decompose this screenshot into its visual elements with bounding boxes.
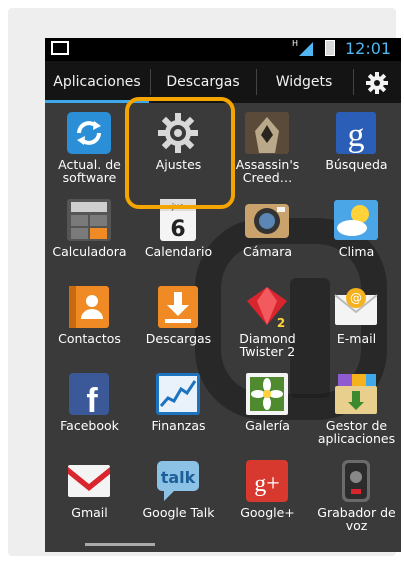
- signal-icon: [299, 42, 313, 56]
- app-galeria[interactable]: Galería: [223, 364, 312, 451]
- app-gmail[interactable]: Gmail: [45, 451, 134, 538]
- app-descargas[interactable]: Descargas: [134, 277, 223, 364]
- voice-recorder-icon: [342, 460, 370, 502]
- app-label: Grabador de voz: [317, 505, 396, 533]
- app-label: Gestor de aplicaciones: [317, 418, 396, 446]
- app-label: Assassin's Creed…: [235, 157, 300, 185]
- app-label: Cámara: [242, 244, 293, 259]
- settings-gear-icon[interactable]: [365, 71, 389, 95]
- status-bar: H 12:01: [45, 38, 401, 61]
- app-label: Actual. de software: [58, 157, 121, 185]
- app-actual-de-software[interactable]: Actual. de software: [45, 103, 134, 190]
- app-google-plus[interactable]: g+ Google+: [223, 451, 312, 538]
- gplus-badge: g+: [254, 471, 280, 497]
- software-update-icon: [67, 112, 111, 154]
- email-icon: @: [334, 288, 378, 325]
- app-label: E-mail: [336, 331, 377, 346]
- app-label: Galería: [245, 418, 290, 433]
- app-facebook[interactable]: f Facebook: [45, 364, 134, 451]
- app-label: Facebook: [60, 418, 119, 433]
- svg-text:g: g: [348, 117, 365, 154]
- facebook-icon: f: [69, 373, 109, 416]
- svg-text:f: f: [86, 382, 98, 416]
- app-finanzas[interactable]: Finanzas: [134, 364, 223, 451]
- page-indicator: [85, 543, 155, 546]
- battery-icon: [325, 40, 335, 56]
- app-label: Google+: [240, 505, 295, 520]
- calculator-icon: [67, 199, 111, 241]
- app-google-talk[interactable]: talk Google Talk: [134, 451, 223, 538]
- google-plus-icon: g+: [246, 460, 288, 502]
- app-clima[interactable]: Clima: [312, 190, 401, 277]
- tab-divider: [353, 69, 354, 95]
- gmail-icon: [68, 465, 110, 497]
- weather-icon: [334, 200, 378, 240]
- app-label: Gmail: [71, 505, 108, 520]
- app-label: Contactos: [58, 331, 121, 346]
- svg-text:@: @: [350, 291, 362, 305]
- clock: 12:01: [345, 39, 392, 58]
- app-label: Finanzas: [151, 418, 206, 433]
- assassins-creed-icon: [245, 112, 289, 154]
- camera-icon: [245, 204, 289, 238]
- google-search-icon: g: [336, 112, 376, 154]
- app-label: Google Talk: [142, 505, 215, 520]
- tab-aplicaciones[interactable]: Aplicaciones: [45, 61, 149, 103]
- app-busqueda[interactable]: g Búsqueda: [312, 103, 401, 190]
- calendar-day: 6: [170, 217, 185, 242]
- contacts-icon: [69, 286, 109, 328]
- gallery-icon: [246, 373, 288, 415]
- google-talk-icon: talk: [157, 461, 199, 501]
- app-label: Descargas: [145, 331, 212, 346]
- app-label: Calendario: [144, 244, 213, 259]
- app-label: Diamond Twister 2: [239, 331, 296, 359]
- tab-widgets[interactable]: Widgets: [257, 61, 351, 103]
- screenshot-notification-icon: [51, 41, 69, 55]
- app-camara[interactable]: Cámara: [223, 190, 312, 277]
- app-assassins-creed[interactable]: Assassin's Creed…: [223, 103, 312, 190]
- diamond-twister-icon: 2: [247, 287, 287, 329]
- app-calculadora[interactable]: Calculadora: [45, 190, 134, 277]
- app-label: Calculadora: [52, 244, 127, 259]
- downloads-icon: [158, 286, 198, 328]
- app-gestor-de-aplicaciones[interactable]: Gestor de aplicaciones: [312, 364, 401, 451]
- app-manager-icon: [335, 374, 377, 414]
- finance-icon: [156, 373, 200, 415]
- network-badge: H: [292, 39, 299, 48]
- app-diamond-twister-2[interactable]: 2 Diamond Twister 2: [223, 277, 312, 364]
- talk-badge: talk: [161, 468, 196, 487]
- app-contactos[interactable]: Contactos: [45, 277, 134, 364]
- app-grabador-de-voz[interactable]: Grabador de voz: [312, 451, 401, 538]
- app-label: Clima: [338, 244, 375, 259]
- app-label: Búsqueda: [325, 157, 388, 172]
- app-e-mail[interactable]: @ E-mail: [312, 277, 401, 364]
- svg-text:2: 2: [277, 316, 285, 329]
- highlight-box: [125, 97, 235, 209]
